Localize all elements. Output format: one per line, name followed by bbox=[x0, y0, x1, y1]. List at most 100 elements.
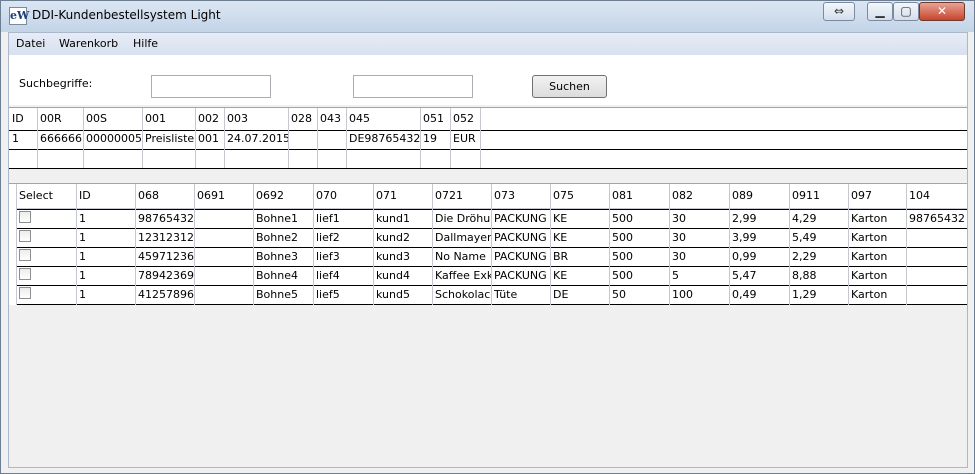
menu-hilfe[interactable]: Hilfe bbox=[133, 37, 158, 50]
maximize-button[interactable]: ▢ bbox=[893, 2, 919, 21]
item-grid-cell[interactable]: 30 bbox=[669, 210, 729, 229]
item-grid-cell[interactable]: 500 bbox=[609, 248, 669, 267]
item-grid-cell[interactable]: PACKUNG bbox=[491, 229, 550, 248]
header-grid-cell[interactable] bbox=[288, 130, 317, 149]
item-grid-column-header[interactable]: 073 bbox=[491, 187, 550, 205]
header-grid-column-header[interactable]: ID bbox=[9, 110, 37, 128]
item-grid-cell[interactable]: lief3 bbox=[313, 248, 373, 267]
item-grid-cell[interactable]: Dallmayer bbox=[432, 229, 491, 248]
header-grid-column-header[interactable]: 001 bbox=[142, 110, 195, 128]
row-select-checkbox[interactable] bbox=[19, 287, 31, 299]
item-grid-cell[interactable]: Karton bbox=[848, 267, 906, 286]
header-grid-column-header[interactable]: 00S bbox=[83, 110, 142, 128]
header-data-grid[interactable]: ID 00R 00S 001 002 003 028 043 045 051 052 1 666666 0… bbox=[9, 107, 967, 169]
item-grid-cell[interactable]: Karton bbox=[848, 229, 906, 248]
item-grid-cell[interactable]: 5 bbox=[669, 267, 729, 286]
item-grid-cell[interactable]: kund3 bbox=[373, 248, 432, 267]
item-grid-cell[interactable]: lief4 bbox=[313, 267, 373, 286]
item-grid-cell[interactable]: 3,99 bbox=[729, 229, 789, 248]
item-grid-column-header[interactable]: 0721 bbox=[432, 187, 491, 205]
item-grid-column-header[interactable]: 089 bbox=[729, 187, 789, 205]
row-select-checkbox[interactable] bbox=[19, 211, 31, 223]
item-grid-column-header[interactable]: 0692 bbox=[253, 187, 313, 205]
item-grid-cell[interactable]: 98765432 bbox=[906, 210, 967, 229]
header-grid-cell[interactable]: EUR bbox=[450, 130, 480, 149]
item-grid-cell[interactable]: kund2 bbox=[373, 229, 432, 248]
item-grid-cell[interactable]: PACKUNG bbox=[491, 248, 550, 267]
item-grid-column-header[interactable]: 0691 bbox=[194, 187, 253, 205]
item-grid-cell[interactable]: Schokolac bbox=[432, 286, 491, 305]
header-grid-cell[interactable] bbox=[317, 130, 346, 149]
item-grid-cell[interactable]: 1 bbox=[76, 229, 135, 248]
item-grid-cell[interactable]: KE bbox=[550, 229, 609, 248]
item-grid-cell[interactable]: Karton bbox=[848, 210, 906, 229]
item-grid-cell[interactable] bbox=[906, 229, 967, 248]
item-grid-cell[interactable]: 78942369 bbox=[135, 267, 194, 286]
item-grid-column-header[interactable]: 097 bbox=[848, 187, 906, 205]
item-grid-cell[interactable]: PACKUNG bbox=[491, 267, 550, 286]
item-grid-cell[interactable] bbox=[194, 229, 253, 248]
item-grid-cell[interactable]: PACKUNG bbox=[491, 210, 550, 229]
row-select-checkbox[interactable] bbox=[19, 230, 31, 242]
header-grid-column-header[interactable]: 051 bbox=[420, 110, 450, 128]
item-grid-cell[interactable]: No Name bbox=[432, 248, 491, 267]
item-grid-cell[interactable]: BR bbox=[550, 248, 609, 267]
item-grid-cell[interactable]: 5,49 bbox=[789, 229, 848, 248]
header-grid-column-header[interactable]: 002 bbox=[195, 110, 224, 128]
item-grid-cell[interactable]: 30 bbox=[669, 248, 729, 267]
item-grid-cell[interactable]: 30 bbox=[669, 229, 729, 248]
header-grid-cell[interactable]: Preisliste bbox=[142, 130, 195, 149]
item-grid-cell[interactable]: kund4 bbox=[373, 267, 432, 286]
item-grid-cell[interactable] bbox=[906, 248, 967, 267]
item-grid-cell[interactable]: 45971236 bbox=[135, 248, 194, 267]
item-data-grid[interactable]: Select ID 068 0691 0692 070 071 0721 073 075 081 08… bbox=[9, 184, 967, 305]
item-grid-cell[interactable]: Karton bbox=[848, 248, 906, 267]
header-grid-column-header[interactable]: 028 bbox=[288, 110, 317, 128]
item-grid-cell[interactable]: lief5 bbox=[313, 286, 373, 305]
item-grid-cell[interactable]: 12312312 bbox=[135, 229, 194, 248]
menu-datei[interactable]: Datei bbox=[16, 37, 45, 50]
item-grid-column-header[interactable]: 104 bbox=[906, 187, 967, 205]
item-grid-cell[interactable]: 0,49 bbox=[729, 286, 789, 305]
item-grid-cell[interactable] bbox=[194, 210, 253, 229]
item-grid-cell[interactable]: lief2 bbox=[313, 229, 373, 248]
menu-warenkorb[interactable]: Warenkorb bbox=[59, 37, 118, 50]
item-grid-cell[interactable]: Kaffee Exk bbox=[432, 267, 491, 286]
item-grid-cell[interactable]: 2,99 bbox=[729, 210, 789, 229]
item-grid-cell[interactable] bbox=[194, 286, 253, 305]
title-bar[interactable]: eW DDI-Kundenbestellsystem Light ⇔ ▁ ▢ ✕ bbox=[1, 1, 974, 32]
header-grid-cell[interactable]: 19 bbox=[420, 130, 450, 149]
item-grid-column-header[interactable]: 068 bbox=[135, 187, 194, 205]
item-grid-cell[interactable]: 500 bbox=[609, 229, 669, 248]
item-grid-cell[interactable]: 1 bbox=[76, 267, 135, 286]
item-grid-column-header[interactable]: 070 bbox=[313, 187, 373, 205]
item-grid-cell[interactable]: 41257896 bbox=[135, 286, 194, 305]
item-grid-cell[interactable]: Bohne4 bbox=[253, 267, 313, 286]
header-grid-column-header[interactable]: 052 bbox=[450, 110, 480, 128]
item-grid-column-header[interactable]: ID bbox=[76, 187, 135, 205]
close-button[interactable]: ✕ bbox=[919, 2, 965, 21]
item-grid-column-header[interactable]: 0911 bbox=[789, 187, 848, 205]
item-grid-cell[interactable]: Bohne5 bbox=[253, 286, 313, 305]
item-grid-cell[interactable]: 8,88 bbox=[789, 267, 848, 286]
item-grid-cell[interactable]: Tüte bbox=[491, 286, 550, 305]
item-grid-cell[interactable]: 1,29 bbox=[789, 286, 848, 305]
header-grid-cell[interactable]: 24.07.2015 bbox=[224, 130, 288, 149]
item-grid-cell[interactable] bbox=[906, 267, 967, 286]
row-select-checkbox[interactable] bbox=[19, 249, 31, 261]
item-grid-cell[interactable]: Bohne1 bbox=[253, 210, 313, 229]
item-grid-cell[interactable]: 2,29 bbox=[789, 248, 848, 267]
item-grid-cell[interactable]: 1 bbox=[76, 286, 135, 305]
header-grid-cell[interactable]: DE98765432 bbox=[346, 130, 420, 149]
header-grid-column-header[interactable]: 043 bbox=[317, 110, 346, 128]
item-grid-cell[interactable]: Bohne2 bbox=[253, 229, 313, 248]
item-grid-cell[interactable]: 1 bbox=[76, 248, 135, 267]
item-grid-column-header[interactable]: Select bbox=[16, 187, 76, 205]
row-select-checkbox[interactable] bbox=[19, 268, 31, 280]
item-grid-cell[interactable]: 0,99 bbox=[729, 248, 789, 267]
header-grid-column-header[interactable]: 00R bbox=[37, 110, 83, 128]
item-grid-cell[interactable] bbox=[194, 248, 253, 267]
item-grid-cell[interactable]: kund1 bbox=[373, 210, 432, 229]
item-grid-cell[interactable]: 4,29 bbox=[789, 210, 848, 229]
header-grid-column-header[interactable]: 045 bbox=[346, 110, 420, 128]
